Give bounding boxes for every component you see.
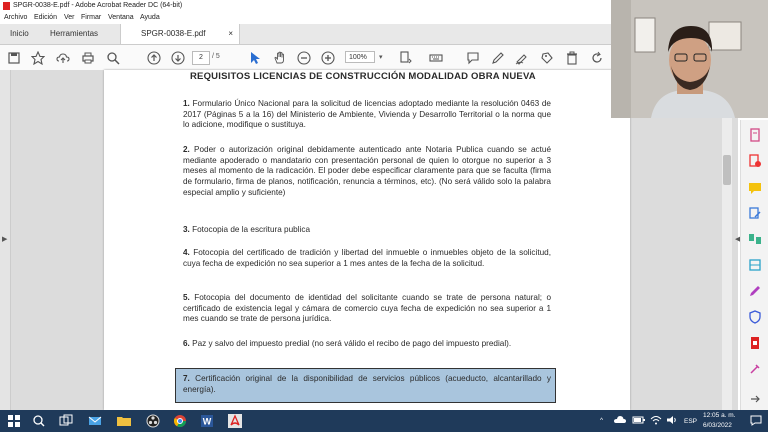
organize-pages-icon[interactable] xyxy=(748,232,762,246)
stamp-icon[interactable] xyxy=(539,50,555,66)
tab-document[interactable]: SPGR-0038-E.pdf × xyxy=(120,24,240,44)
item-number: 6. xyxy=(183,339,190,348)
pen-icon[interactable] xyxy=(490,50,506,66)
tab-inicio[interactable]: Inicio xyxy=(10,24,29,44)
zoom-dropdown-caret[interactable]: ▾ xyxy=(379,53,383,61)
delete-icon[interactable] xyxy=(564,50,580,66)
chrome-icon[interactable] xyxy=(172,413,188,429)
acrobat-app-icon xyxy=(3,2,10,10)
onedrive-icon[interactable] xyxy=(614,415,626,427)
word-icon[interactable]: W xyxy=(199,413,215,429)
upload-cloud-icon[interactable] xyxy=(55,50,71,66)
menu-firmar[interactable]: Firmar xyxy=(81,14,101,21)
item-number: 1. xyxy=(183,99,190,108)
zoom-level-input[interactable]: 100% xyxy=(345,51,375,63)
fill-sign-icon[interactable] xyxy=(748,284,762,298)
draw-icon[interactable] xyxy=(514,50,530,66)
menu-ayuda[interactable]: Ayuda xyxy=(140,14,160,21)
menu-ver[interactable]: Ver xyxy=(64,14,75,21)
acrobat-taskbar-icon[interactable] xyxy=(227,413,243,429)
fit-page-icon[interactable] xyxy=(398,50,414,66)
keyboard-icon[interactable] xyxy=(428,50,444,66)
item-text: Fotocopia del documento de identidad del… xyxy=(183,293,551,324)
requirement-item-7: 7. Certificación original de la disponib… xyxy=(183,374,551,395)
edit-pdf-icon[interactable] xyxy=(748,206,762,220)
clock-time[interactable]: 12:05 a. m. xyxy=(703,412,736,419)
clock-date[interactable]: 6/03/2022 xyxy=(703,422,732,429)
webcam-overlay xyxy=(611,0,768,118)
print-icon[interactable] xyxy=(80,50,96,66)
webcam-person-image xyxy=(611,0,768,118)
requirement-item-4: 4. Fotocopia del certificado de tradició… xyxy=(183,248,551,269)
select-cursor-icon[interactable] xyxy=(247,50,263,66)
menu-edicion[interactable]: Edición xyxy=(34,14,57,21)
create-pdf-icon[interactable] xyxy=(748,128,762,142)
svg-text:W: W xyxy=(203,417,212,427)
item-number: 7. xyxy=(183,374,190,383)
item-number: 2. xyxy=(183,145,190,154)
close-tab-icon[interactable]: × xyxy=(228,24,233,44)
document-title: REQUISITOS LICENCIAS DE CONSTRUCCIÓN MOD… xyxy=(190,71,536,82)
tab-document-label: SPGR-0038-E.pdf xyxy=(141,29,206,38)
next-page-icon[interactable] xyxy=(170,50,186,66)
page-total: / 5 xyxy=(212,53,220,60)
protect-icon[interactable] xyxy=(748,310,762,324)
menu-ventana[interactable]: Ventana xyxy=(108,14,134,21)
obs-studio-icon[interactable] xyxy=(145,413,161,429)
tray-overflow-chevron[interactable]: ^ xyxy=(600,417,603,424)
save-icon[interactable] xyxy=(6,50,22,66)
item-number: 4. xyxy=(183,248,190,257)
scrollbar-thumb[interactable] xyxy=(723,155,731,185)
scan-ocr-icon[interactable] xyxy=(748,258,762,272)
comment-icon[interactable] xyxy=(465,50,481,66)
zoom-out-icon[interactable] xyxy=(296,50,312,66)
item-text: Fotocopia de la escritura publica xyxy=(192,225,311,234)
previous-page-icon[interactable] xyxy=(146,50,162,66)
item-text: Fotocopia del certificado de tradición y… xyxy=(183,248,551,268)
windows-start-icon[interactable] xyxy=(6,413,22,429)
task-view-icon[interactable] xyxy=(58,413,74,429)
item-text: Certificación original de la disponibili… xyxy=(183,374,552,394)
collapse-arrow-icon[interactable] xyxy=(748,392,762,406)
language-indicator[interactable]: ESP xyxy=(684,418,697,425)
search-taskbar-icon[interactable] xyxy=(31,413,47,429)
system-tray: ^ ESP 12:05 a. m. 6/03/2022 xyxy=(600,410,768,432)
requirement-item-1: 1. Formulario Único Nacional para la sol… xyxy=(183,99,551,131)
menu-archivo[interactable]: Archivo xyxy=(4,14,27,21)
requirement-item-2: 2. Poder o autorización original debidam… xyxy=(183,145,551,199)
expand-left-panel-icon[interactable]: ▶ xyxy=(2,235,7,243)
requirement-item-3: 3. Fotocopia de la escritura publica xyxy=(183,225,551,236)
mail-icon[interactable] xyxy=(87,413,103,429)
hand-tool-icon[interactable] xyxy=(272,50,288,66)
zoom-in-icon[interactable] xyxy=(320,50,336,66)
notifications-icon[interactable] xyxy=(750,415,762,428)
page-number-input[interactable]: 2 xyxy=(192,51,210,65)
item-text: Poder o autorización original debidament… xyxy=(183,145,551,197)
battery-icon[interactable] xyxy=(632,415,646,427)
file-explorer-icon[interactable] xyxy=(116,413,132,429)
bookmark-star-icon[interactable] xyxy=(30,50,46,66)
compress-icon[interactable] xyxy=(748,336,762,350)
volume-icon[interactable] xyxy=(666,415,678,427)
window-title: SPGR-0038-E.pdf - Adobe Acrobat Reader D… xyxy=(13,2,183,9)
requirement-item-6: 6. Paz y salvo del impuesto predial (no … xyxy=(183,339,551,350)
more-tools-icon[interactable] xyxy=(748,362,762,376)
wifi-icon[interactable] xyxy=(650,415,662,427)
comment-tool-icon[interactable] xyxy=(748,181,762,195)
tab-herramientas[interactable]: Herramientas xyxy=(50,24,98,44)
item-number: 3. xyxy=(183,225,190,234)
requirement-item-5: 5. Fotocopia del documento de identidad … xyxy=(183,293,551,325)
item-text: Paz y salvo del impuesto predial (no ser… xyxy=(192,339,512,348)
search-icon[interactable] xyxy=(105,50,121,66)
item-text: Formulario Único Nacional para la solici… xyxy=(183,99,551,130)
vertical-scrollbar[interactable] xyxy=(722,70,732,410)
export-pdf-icon[interactable] xyxy=(748,154,762,168)
item-number: 5. xyxy=(183,293,190,302)
rotate-icon[interactable] xyxy=(589,50,605,66)
